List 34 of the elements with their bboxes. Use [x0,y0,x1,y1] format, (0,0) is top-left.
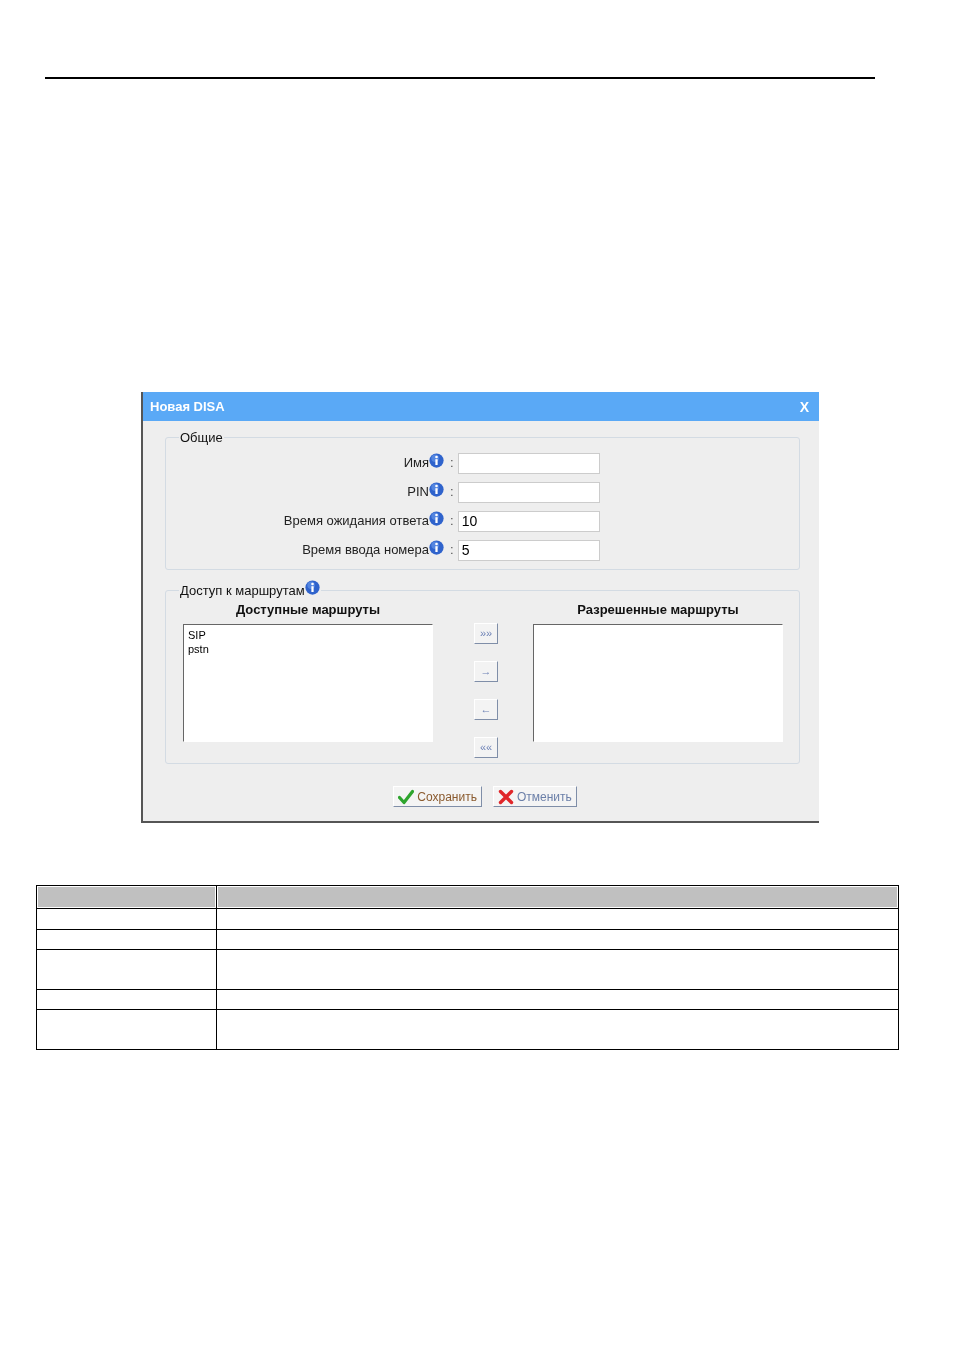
colon-separator: : [450,512,454,531]
dialog-title: Новая DISA [150,397,225,416]
list-heading: Доступные маршруты [234,602,382,618]
field-label: Время ввода номера [302,541,429,560]
cancel-button[interactable]: Отменить [492,786,577,807]
field-label: Время ожидания ответа [283,512,429,531]
route-listbox[interactable]: SIP pstn [183,624,433,742]
move-button[interactable]: → [474,661,498,682]
move-button[interactable]: ← [474,699,498,720]
colon-separator: : [450,541,454,560]
colon-separator: : [450,483,454,502]
list-option[interactable]: pstn [184,642,213,656]
info-icon [429,453,444,468]
info-icon [429,511,444,526]
save-button[interactable]: Сохранить [393,786,482,807]
input-field[interactable] [457,452,600,474]
group-legend: Доступ к маршрутам [180,580,305,600]
info-icon [304,579,320,595]
field-label: PIN [407,483,429,502]
group-legend: Общие [179,428,224,448]
input-field[interactable] [457,481,600,503]
info-icon [429,482,444,497]
move-button[interactable]: «« [474,737,498,758]
move-button[interactable]: »» [474,623,498,644]
input-field[interactable]: 10 [457,510,600,532]
input-field[interactable]: 5 [457,539,600,561]
colon-separator: : [450,454,454,473]
list-option[interactable]: SIP [184,628,210,642]
field-label: Имя [403,454,429,473]
route-listbox[interactable] [533,624,783,742]
cross-icon [497,788,514,805]
info-icon [429,540,444,555]
check-icon [398,788,415,805]
list-heading: Разрешенные маршруты [576,602,740,618]
